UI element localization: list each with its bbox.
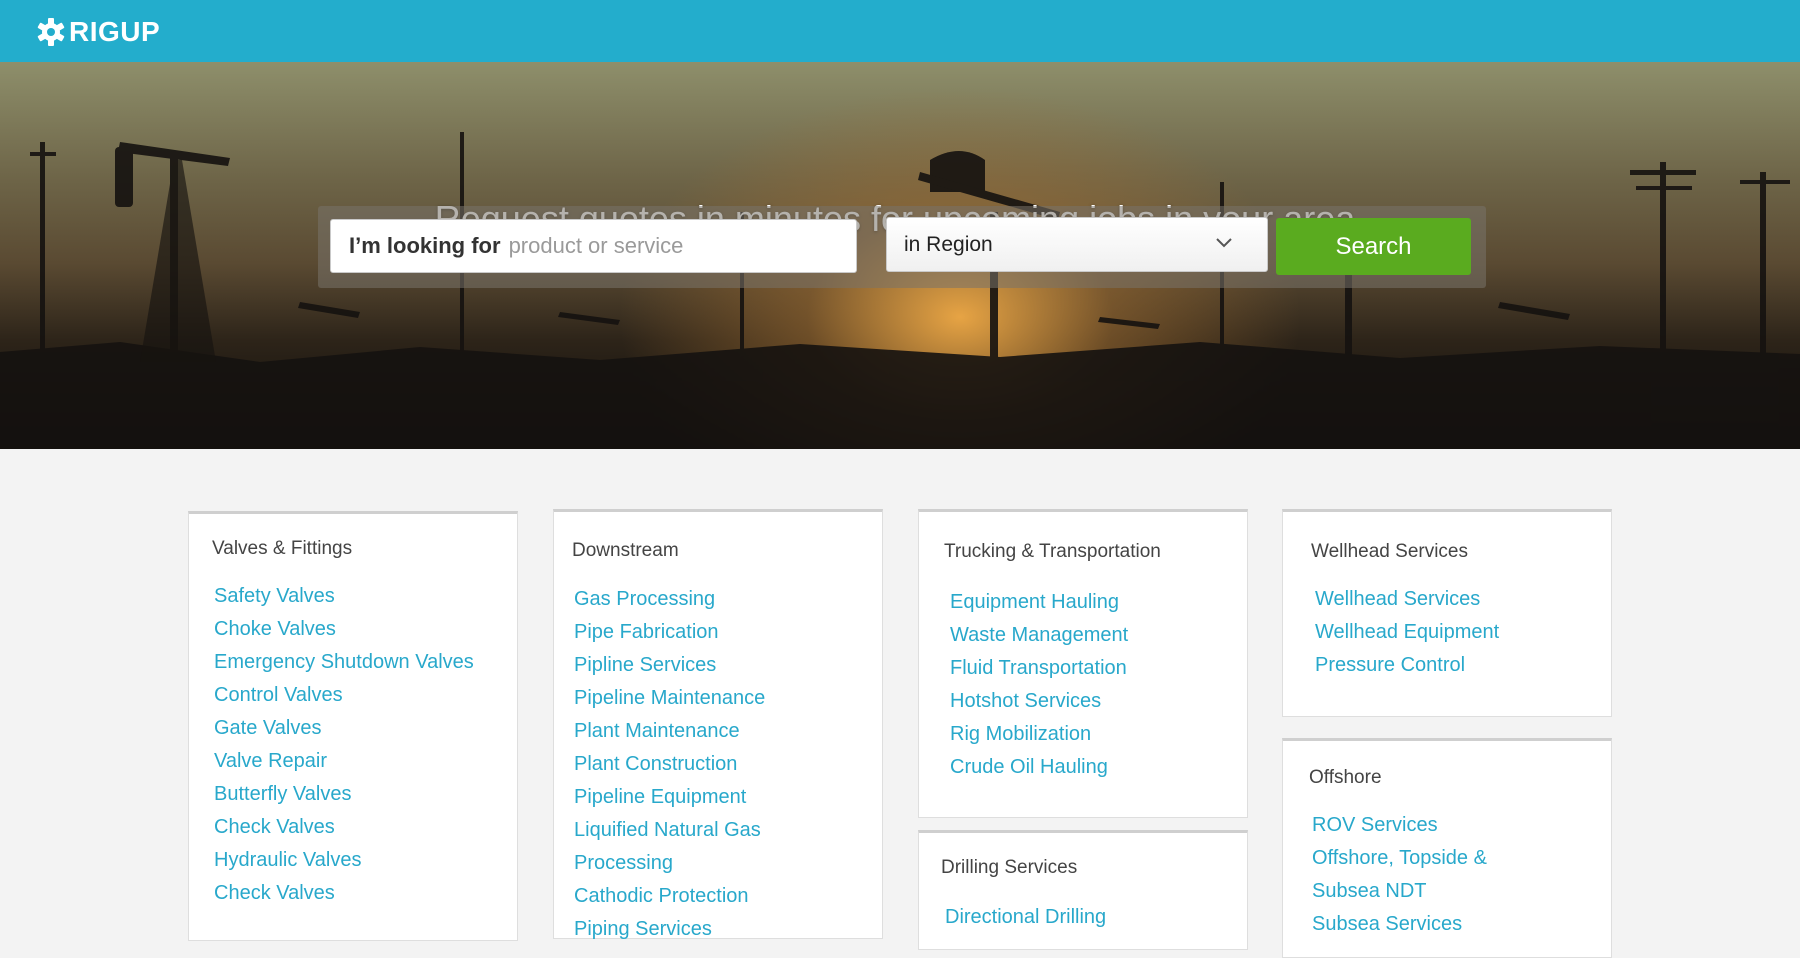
card-title: Wellhead Services xyxy=(1311,541,1469,562)
category-link[interactable]: Waste Management xyxy=(950,619,1128,652)
category-link[interactable]: Plant Maintenance xyxy=(574,715,765,748)
region-select-value: in Region xyxy=(904,232,993,256)
category-link[interactable]: Butterfly Valves xyxy=(214,778,474,811)
category-link[interactable]: Equipment Hauling xyxy=(950,586,1128,619)
link-list: Directional Drilling xyxy=(945,901,1106,934)
link-list: Equipment Hauling Waste Management Fluid T… xyxy=(950,586,1128,784)
card-title: Drilling Services xyxy=(941,857,1078,878)
search-button[interactable]: Search xyxy=(1276,218,1471,275)
category-card-drilling: Drilling Services Directional Drilling xyxy=(918,830,1248,950)
category-link[interactable]: Control Valves xyxy=(214,679,474,712)
category-link[interactable]: Piping Services xyxy=(574,913,765,946)
category-link[interactable]: Safety Valves xyxy=(214,580,474,613)
link-list: ROV Services Offshore, Topside & Subsea ND… xyxy=(1312,809,1487,941)
category-link[interactable]: Pipe Fabrication xyxy=(574,616,765,649)
card-title: Downstream xyxy=(572,540,679,561)
category-card-wellhead: Wellhead Services Wellhead Services Wellh… xyxy=(1282,509,1612,717)
category-link[interactable]: Valve Repair xyxy=(214,745,474,778)
gear-logo-icon xyxy=(37,18,65,46)
top-nav-bar: RIGUP xyxy=(0,0,1800,62)
link-list: Safety Valves Choke Valves Emergency Shutd… xyxy=(214,580,474,910)
search-prefix-label: I’m looking for xyxy=(349,233,501,258)
card-title: Valves & Fittings xyxy=(212,538,353,559)
category-link[interactable]: Pressure Control xyxy=(1315,649,1499,682)
category-link[interactable]: Cathodic Protection xyxy=(574,880,765,913)
category-card-valves: Valves & Fittings Safety Valves Choke Val… xyxy=(188,511,518,941)
chevron-down-icon xyxy=(1216,238,1232,248)
category-card-offshore: Offshore ROV Services Offshore, Topside &… xyxy=(1282,738,1612,958)
category-link[interactable]: Directional Drilling xyxy=(945,901,1106,934)
category-link[interactable]: Gas Processing xyxy=(574,583,765,616)
rigup-logo[interactable]: RIGUP xyxy=(36,16,160,48)
search-input[interactable]: I’m looking for product or service xyxy=(330,219,857,273)
search-placeholder: product or service xyxy=(508,233,684,258)
category-link[interactable]: Subsea NDT xyxy=(1312,875,1487,908)
link-list: Gas Processing Pipe Fabrication Pipline Se… xyxy=(574,583,765,946)
brand-name: RIGUP xyxy=(69,16,161,47)
category-link[interactable]: Plant Construction xyxy=(574,748,765,781)
category-card-trucking: Trucking & Transportation Equipment Haul… xyxy=(918,509,1248,818)
category-link[interactable]: Pipeline Equipment xyxy=(574,781,765,814)
category-link[interactable]: Hotshot Services xyxy=(950,685,1128,718)
category-card-downstream: Downstream Gas Processing Pipe Fabricatio… xyxy=(553,509,883,940)
category-link[interactable]: Offshore, Topside & xyxy=(1312,842,1487,875)
category-link[interactable]: Fluid Transportation xyxy=(950,652,1128,685)
category-link[interactable]: Wellhead Equipment xyxy=(1315,616,1499,649)
category-link[interactable]: ROV Services xyxy=(1312,809,1487,842)
category-link[interactable]: Liquified Natural Gas xyxy=(574,814,765,847)
category-link[interactable]: Wellhead Services xyxy=(1315,583,1499,616)
category-link[interactable]: Pipeline Maintenance xyxy=(574,682,765,715)
category-link[interactable]: Pipline Services xyxy=(574,649,765,682)
category-link[interactable]: Check Valves xyxy=(214,877,474,910)
category-link[interactable]: Subsea Services xyxy=(1312,908,1487,941)
category-link[interactable]: Emergency Shutdown Valves xyxy=(214,646,474,679)
category-link[interactable]: Gate Valves xyxy=(214,712,474,745)
link-list: Wellhead Services Wellhead Equipment Press… xyxy=(1315,583,1499,682)
card-title: Offshore xyxy=(1309,767,1382,788)
card-title: Trucking & Transportation xyxy=(944,541,1161,562)
category-link[interactable]: Crude Oil Hauling xyxy=(950,751,1128,784)
region-select[interactable]: in Region xyxy=(886,217,1268,272)
category-link[interactable]: Check Valves xyxy=(214,811,474,844)
category-link[interactable]: Choke Valves xyxy=(214,613,474,646)
category-link[interactable]: Hydraulic Valves xyxy=(214,844,474,877)
category-link[interactable]: Rig Mobilization xyxy=(950,718,1128,751)
category-link[interactable]: Processing xyxy=(574,847,765,880)
